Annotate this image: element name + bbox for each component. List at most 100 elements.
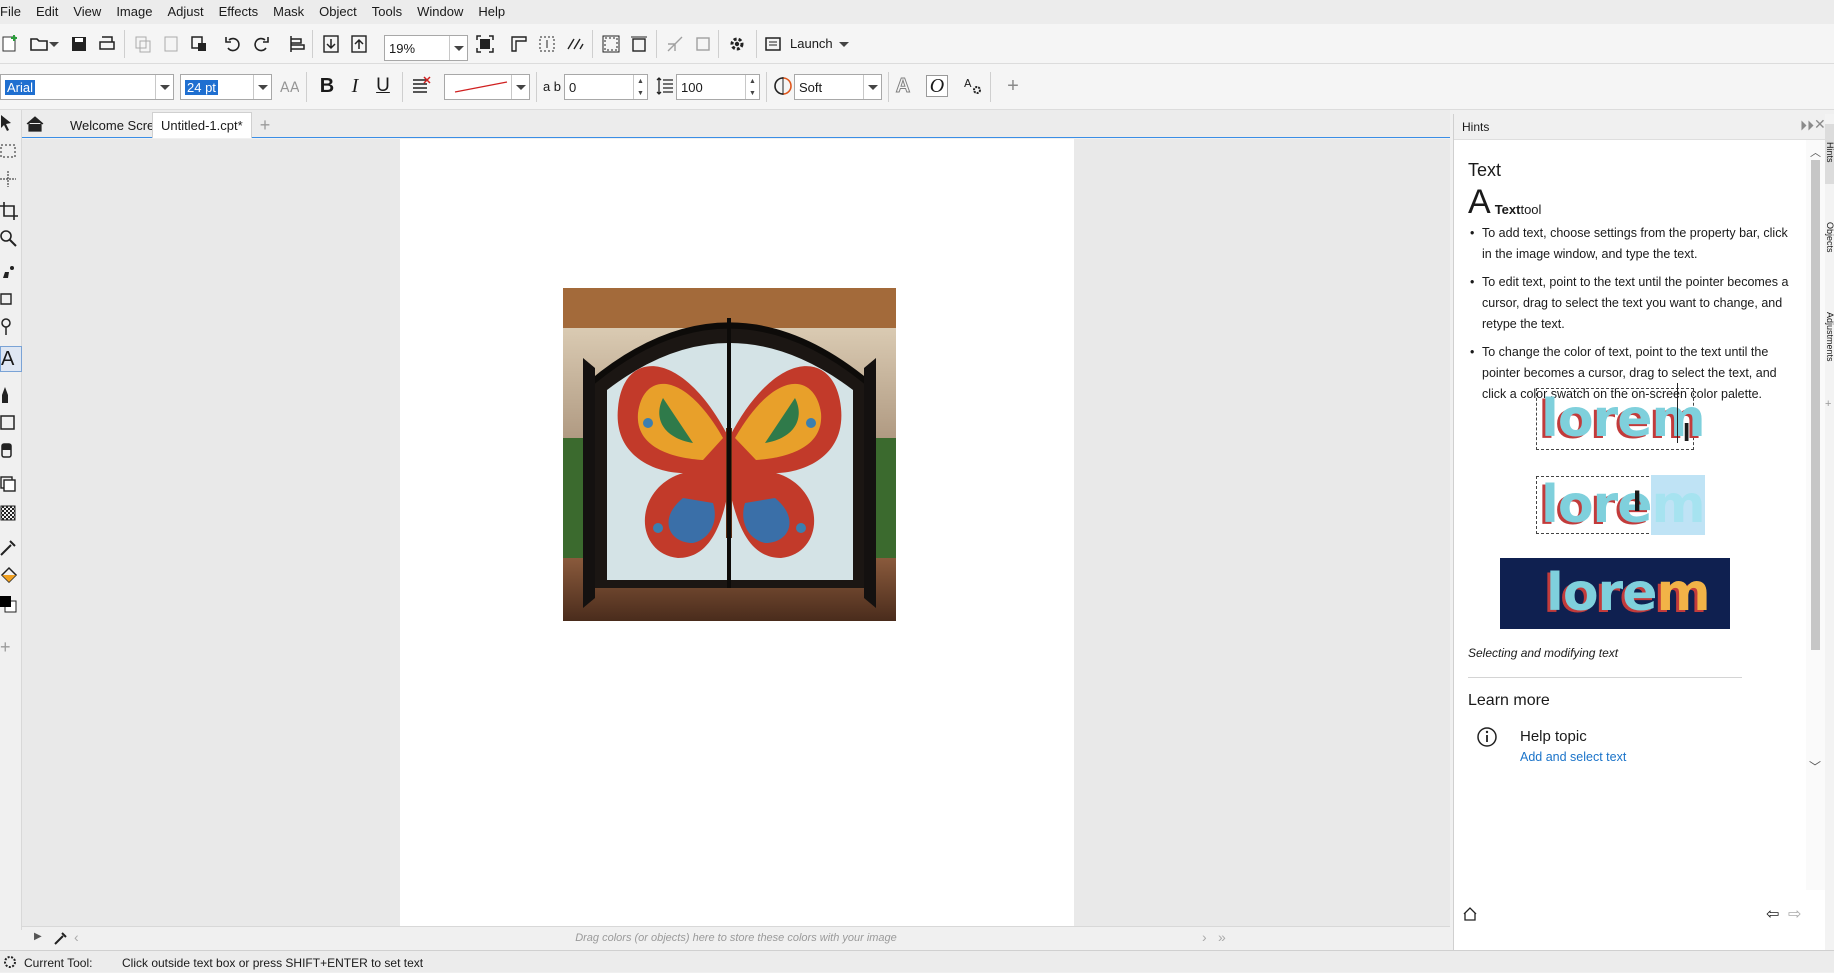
new-image-icon[interactable] xyxy=(0,33,22,55)
fill-tool-icon[interactable] xyxy=(0,562,22,588)
add-docker-icon[interactable]: + xyxy=(1825,398,1831,410)
zoom-tool-icon[interactable] xyxy=(0,226,22,252)
antialias-combo[interactable]: Soft xyxy=(794,74,882,100)
palette-expand-icon[interactable]: » xyxy=(1218,929,1226,945)
font-name-combo[interactable]: Arial xyxy=(0,74,174,100)
stroke-style-combo[interactable] xyxy=(444,74,530,100)
character-spacing-field[interactable]: 0 ▲ ▼ xyxy=(564,74,648,100)
butterfly-gate-image[interactable] xyxy=(563,288,896,621)
color-swatch-icon[interactable] xyxy=(0,592,22,618)
docker-tab-objects[interactable]: Objects xyxy=(1825,222,1834,276)
clone-tool-icon[interactable] xyxy=(0,472,22,498)
antialias-icon[interactable] xyxy=(772,75,794,97)
menu-help[interactable]: Help xyxy=(474,0,516,24)
scroll-right-icon[interactable]: › xyxy=(1202,929,1207,945)
mask-transform-icon[interactable] xyxy=(0,166,22,192)
help-topic-label: Help topic xyxy=(1520,728,1587,745)
open-dropdown-icon[interactable] xyxy=(48,33,60,55)
menu-effects[interactable]: Effects xyxy=(215,0,270,24)
crop-tool-icon[interactable] xyxy=(0,198,22,224)
hints-scrollbar[interactable]: ︿ ﹀ xyxy=(1806,140,1825,890)
menu-image[interactable]: Image xyxy=(112,0,163,24)
help-topic-link[interactable]: Add and select text xyxy=(1520,750,1626,764)
menu-file[interactable]: File xyxy=(0,0,32,24)
transparency-tool-icon[interactable] xyxy=(0,500,22,526)
menu-object[interactable]: Object xyxy=(315,0,368,24)
forward-arrow-icon[interactable]: ⇨ xyxy=(1788,904,1801,924)
menu-mask[interactable]: Mask xyxy=(269,0,315,24)
menu-adjust[interactable]: Adjust xyxy=(163,0,214,24)
docker-tab-adjustments[interactable]: Adjustments xyxy=(1825,312,1834,392)
scroll-down-icon[interactable]: ﹀ xyxy=(1809,758,1821,775)
line-spacing-field[interactable]: 100 ▲ ▼ xyxy=(676,74,760,100)
pipette-tool-icon[interactable] xyxy=(0,534,22,560)
gear-icon[interactable] xyxy=(726,33,748,55)
close-icon[interactable]: ✕ xyxy=(1814,116,1826,133)
chevron-down-icon[interactable] xyxy=(863,75,881,99)
stepper-icon[interactable]: ▲ ▼ xyxy=(633,75,647,99)
save-icon[interactable] xyxy=(68,33,90,55)
stepper-icon[interactable]: ▲ ▼ xyxy=(745,75,759,99)
zoom-fit-icon[interactable] xyxy=(474,33,496,55)
italic-button[interactable]: I xyxy=(344,75,366,97)
chevron-down-icon[interactable] xyxy=(253,75,271,99)
home-icon[interactable] xyxy=(1462,906,1478,925)
shape-tool-icon[interactable] xyxy=(0,286,22,312)
tab-untitled-1[interactable]: Untitled-1.cpt* xyxy=(152,112,252,138)
launch-label[interactable]: Launch xyxy=(790,36,833,51)
rulers-icon[interactable] xyxy=(508,33,530,55)
scroll-thumb[interactable] xyxy=(1811,160,1820,650)
import-icon[interactable] xyxy=(320,33,342,55)
paint-tool-icon[interactable] xyxy=(0,382,22,408)
eyedropper-tool-icon[interactable] xyxy=(0,258,22,284)
menu-tools[interactable]: Tools xyxy=(368,0,413,24)
text-settings-icon[interactable]: A xyxy=(962,75,984,97)
launch-icon[interactable] xyxy=(762,33,784,55)
guidelines-icon[interactable] xyxy=(536,33,558,55)
bold-button[interactable]: B xyxy=(316,75,338,97)
chevron-down-icon[interactable] xyxy=(155,75,173,99)
menu-view[interactable]: View xyxy=(69,0,112,24)
line-spacing-icon[interactable] xyxy=(654,75,676,97)
text-outline-icon[interactable]: A xyxy=(892,74,914,97)
copy-icon[interactable] xyxy=(132,33,154,55)
add-toolbar-icon[interactable]: + xyxy=(1002,75,1024,97)
rectangle-tool-icon[interactable] xyxy=(0,410,22,436)
export-icon[interactable] xyxy=(348,33,370,55)
paste-new-icon[interactable] xyxy=(188,33,210,55)
mask-marquee-icon[interactable] xyxy=(600,33,622,55)
eraser-tool-icon[interactable] xyxy=(0,438,22,464)
mask-tool-icon[interactable] xyxy=(0,138,22,164)
collapse-icon[interactable]: ⏵⏵ xyxy=(1800,117,1814,134)
menu-edit[interactable]: Edit xyxy=(32,0,69,24)
chevron-down-icon[interactable] xyxy=(449,36,467,60)
chevron-down-icon[interactable] xyxy=(511,75,529,99)
mask-overlay-icon[interactable] xyxy=(628,33,650,55)
redo-icon[interactable] xyxy=(250,33,272,55)
touch-up-tool-icon[interactable] xyxy=(0,314,22,340)
snap-icon[interactable] xyxy=(564,33,586,55)
undo-icon[interactable] xyxy=(222,33,244,55)
text-align-icon[interactable] xyxy=(410,75,432,97)
scroll-up-icon[interactable]: ︿ xyxy=(1810,144,1821,160)
object-icon[interactable] xyxy=(692,33,714,55)
launch-dropdown-icon[interactable] xyxy=(836,33,852,55)
text-on-path-icon[interactable]: O xyxy=(926,75,948,97)
paste-icon[interactable] xyxy=(160,33,182,55)
combine-icon[interactable] xyxy=(664,33,686,55)
menu-window[interactable]: Window xyxy=(413,0,474,24)
font-size-combo[interactable]: 24 pt xyxy=(180,74,272,100)
text-tool-icon[interactable]: A xyxy=(0,346,22,372)
underline-button[interactable]: U xyxy=(372,75,394,97)
pick-tool-icon[interactable] xyxy=(0,110,22,136)
zoom-level-combo[interactable]: 19% xyxy=(384,35,468,61)
add-tool-icon[interactable]: + xyxy=(0,634,22,660)
home-icon[interactable] xyxy=(24,113,46,135)
align-icon[interactable] xyxy=(286,33,308,55)
open-folder-icon[interactable] xyxy=(28,33,50,55)
font-size-adjust-icon[interactable]: AA xyxy=(278,75,300,97)
character-spacing-icon[interactable]: a b xyxy=(541,75,563,97)
back-arrow-icon[interactable]: ⇦ xyxy=(1766,904,1779,924)
print-icon[interactable] xyxy=(96,33,118,55)
add-tab-button[interactable]: + xyxy=(254,112,276,138)
